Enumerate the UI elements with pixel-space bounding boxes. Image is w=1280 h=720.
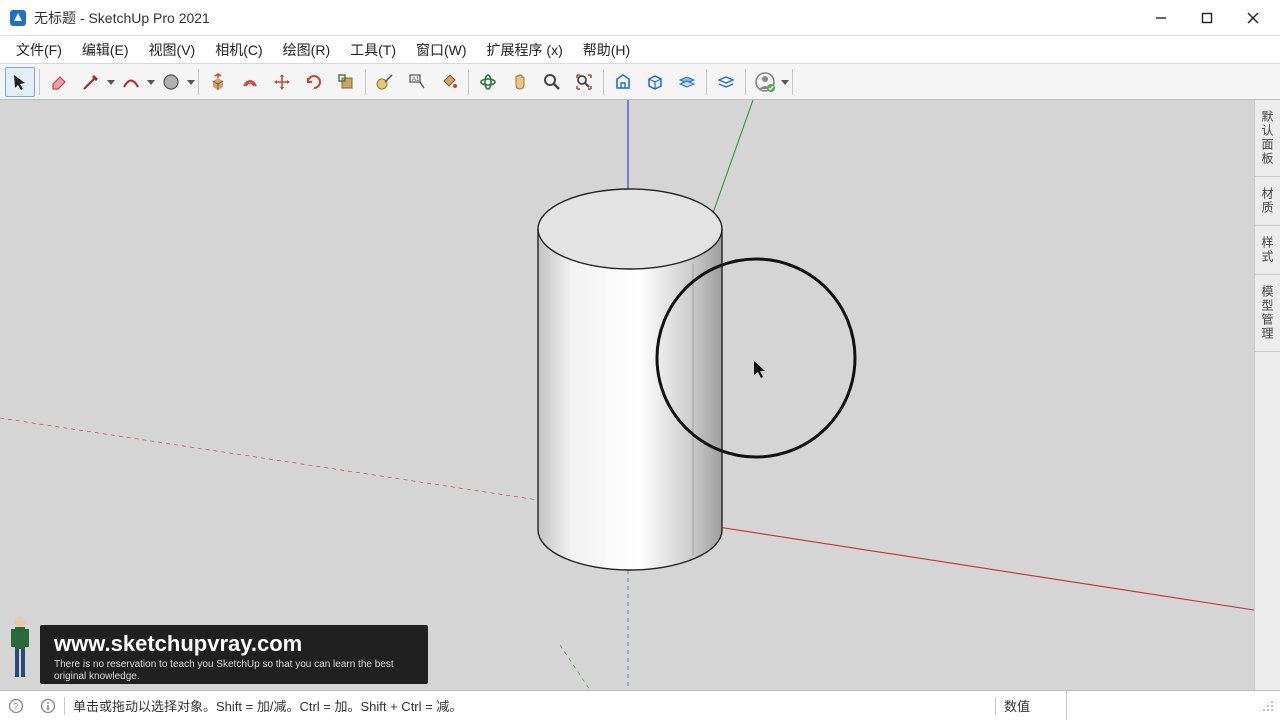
close-button[interactable] [1230,0,1276,36]
toolbar-separator [39,69,40,95]
pushpull-tool[interactable] [203,67,233,97]
toolbar-separator [706,69,707,95]
tray-tab-default-panel[interactable]: 默认面板 [1255,100,1280,177]
toolbar-separator [198,69,199,95]
toolbar-separator [603,69,604,95]
app-icon [8,8,28,28]
svg-text:A1: A1 [412,77,420,83]
status-help-icon[interactable]: ? [0,691,32,720]
measurement-input[interactable] [1066,691,1256,720]
scale-tool[interactable] [331,67,361,97]
tray-tab-model-manage[interactable]: 模型管理 [1255,275,1280,352]
warehouse-tool[interactable] [608,67,638,97]
svg-text:?: ? [13,701,18,711]
minimize-button[interactable] [1138,0,1184,36]
resize-grip-icon[interactable] [1260,698,1276,714]
status-value-label: 数值 [996,691,1066,720]
title-bar: 无标题 - SketchUp Pro 2021 [0,0,1280,36]
shapes-tool[interactable] [156,67,186,97]
line-tool-dropdown-icon[interactable] [107,72,115,92]
status-info-icon[interactable] [32,691,64,720]
move-tool[interactable] [267,67,297,97]
shapes-tool-dropdown-icon[interactable] [187,72,195,92]
right-tray: 默认面板 材质 样式 模型管理 [1254,100,1280,690]
zoom-extents-tool[interactable] [569,67,599,97]
maximize-button[interactable] [1184,0,1230,36]
menu-camera[interactable]: 相机(C) [205,36,272,64]
text-tool[interactable]: A1 [402,67,432,97]
menu-extensions[interactable]: 扩展程序 (x) [477,36,573,64]
watermark-figure-icon [6,614,34,684]
pan-tool[interactable] [505,67,535,97]
toolbar-separator [792,69,793,95]
rotate-tool[interactable] [299,67,329,97]
zoom-tool[interactable] [537,67,567,97]
layers-tool[interactable] [672,67,702,97]
eraser-tool[interactable] [44,67,74,97]
menu-edit[interactable]: 编辑(E) [72,36,139,64]
offset-tool[interactable] [235,67,265,97]
toolbar-separator [745,69,746,95]
menu-view[interactable]: 视图(V) [139,36,206,64]
tray-tab-materials[interactable]: 材质 [1255,177,1280,226]
toolbar-separator [365,69,366,95]
status-hint: 单击或拖动以选择对象。Shift = 加/减。Ctrl = 加。Shift + … [65,691,470,720]
watermark: www.sketchupvray.com There is no reserva… [6,614,428,684]
paint-bucket-tool[interactable] [434,67,464,97]
menu-window[interactable]: 窗口(W) [406,36,477,64]
tray-tab-styles[interactable]: 样式 [1255,226,1280,275]
account-tool[interactable] [750,67,780,97]
viewport[interactable]: www.sketchupvray.com There is no reserva… [0,100,1254,690]
watermark-url: www.sketchupvray.com [54,631,414,657]
select-tool[interactable] [5,67,35,97]
toolbar: A1 [0,64,1280,100]
menu-help[interactable]: 帮助(H) [573,36,640,64]
extension-warehouse-tool[interactable] [640,67,670,97]
toolbar-separator [468,69,469,95]
scene-3d [0,100,1254,690]
share-tool[interactable] [711,67,741,97]
watermark-subtitle: There is no reservation to teach you Ske… [54,657,414,682]
arc-tool-dropdown-icon[interactable] [147,72,155,92]
arc-tool[interactable] [116,67,146,97]
tape-measure-tool[interactable] [370,67,400,97]
account-dropdown-icon[interactable] [781,72,789,92]
orbit-tool[interactable] [473,67,503,97]
window-title: 无标题 - SketchUp Pro 2021 [34,8,210,28]
menu-draw[interactable]: 绘图(R) [273,36,340,64]
line-tool[interactable] [76,67,106,97]
menu-file[interactable]: 文件(F) [6,36,72,64]
workspace: www.sketchupvray.com There is no reserva… [0,100,1280,690]
menu-tools[interactable]: 工具(T) [340,36,406,64]
status-bar: ? 单击或拖动以选择对象。Shift = 加/减。Ctrl = 加。Shift … [0,690,1280,720]
menu-bar: 文件(F) 编辑(E) 视图(V) 相机(C) 绘图(R) 工具(T) 窗口(W… [0,36,1280,64]
